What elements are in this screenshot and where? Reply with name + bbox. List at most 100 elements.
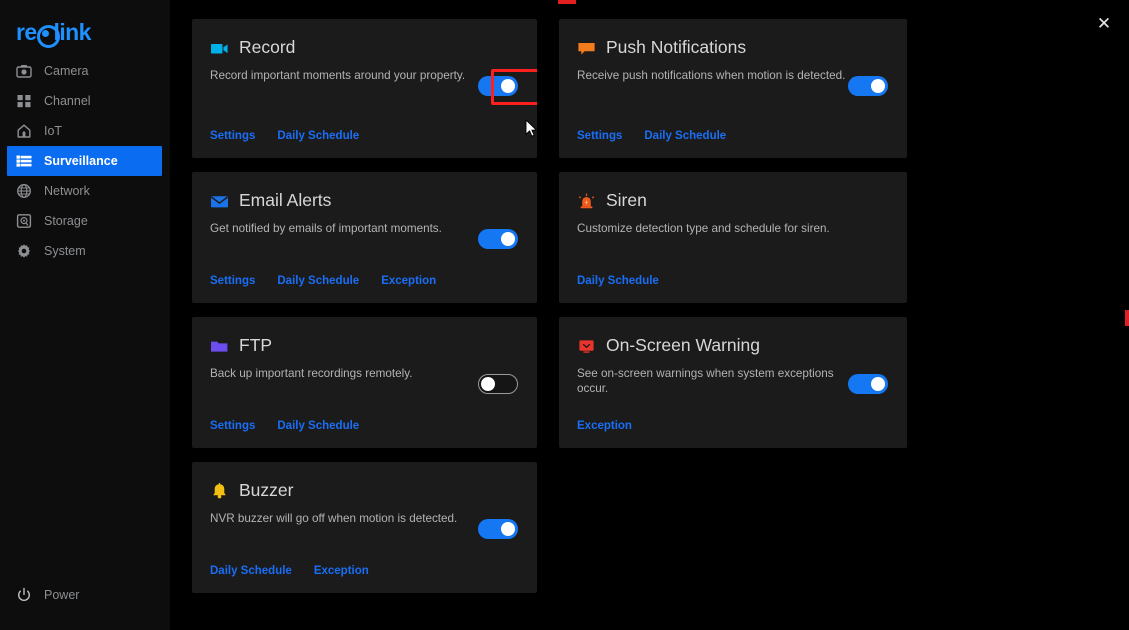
- card-siren[interactable]: Siren Customize detection type and sched…: [559, 172, 907, 303]
- camera-icon: [16, 63, 32, 79]
- card-links: Settings Daily Schedule: [210, 420, 359, 432]
- card-email-alerts[interactable]: Email Alerts Get notified by emails of i…: [192, 172, 537, 303]
- toggle-knob: [871, 79, 885, 93]
- speech-bubble-icon: [577, 39, 596, 58]
- ftp-toggle[interactable]: [478, 374, 518, 394]
- close-icon[interactable]: ✕: [1093, 12, 1115, 34]
- right-scroll-marker: [1125, 310, 1129, 326]
- cards-column-right: Push Notifications Receive push notifica…: [559, 19, 907, 593]
- list-icon: [16, 153, 32, 169]
- card-links: Daily Schedule: [577, 275, 659, 287]
- card-description: Record important moments around your pro…: [210, 69, 466, 82]
- link-exception[interactable]: Exception: [314, 565, 369, 577]
- sidebar-item-label: Surveillance: [44, 154, 118, 168]
- brand-name-before: re: [16, 18, 37, 45]
- card-description: See on-screen warnings when system excep…: [577, 367, 834, 396]
- card-links: Settings Daily Schedule: [577, 130, 726, 142]
- link-exception[interactable]: Exception: [577, 420, 632, 432]
- link-settings[interactable]: Settings: [210, 130, 255, 142]
- sidebar-nav: Camera Channel IoT Surveillance Network …: [0, 56, 170, 266]
- power-label: Power: [44, 588, 80, 602]
- card-links: Settings Daily Schedule: [210, 130, 359, 142]
- link-daily-schedule[interactable]: Daily Schedule: [577, 275, 659, 287]
- sidebar-item-surveillance[interactable]: Surveillance: [7, 146, 162, 176]
- sidebar: re link Camera Channel IoT Surveillance …: [0, 0, 170, 630]
- card-description: NVR buzzer will go off when motion is de…: [210, 512, 458, 525]
- push-notifications-toggle[interactable]: [848, 76, 888, 96]
- card-push-notifications[interactable]: Push Notifications Receive push notifica…: [559, 19, 907, 158]
- link-settings[interactable]: Settings: [210, 275, 255, 287]
- link-daily-schedule[interactable]: Daily Schedule: [210, 565, 292, 577]
- link-daily-schedule[interactable]: Daily Schedule: [277, 130, 359, 142]
- iot-home-icon: [16, 123, 32, 139]
- card-record[interactable]: Record Record important moments around y…: [192, 19, 537, 158]
- toggle-knob: [501, 79, 515, 93]
- sidebar-item-label: IoT: [44, 124, 63, 138]
- link-daily-schedule[interactable]: Daily Schedule: [277, 275, 359, 287]
- storage-disk-icon: [16, 213, 32, 229]
- settings-cards-grid: Record Record important moments around y…: [192, 19, 929, 593]
- sidebar-item-system[interactable]: System: [7, 236, 162, 266]
- record-toggle[interactable]: [478, 76, 518, 96]
- card-header: Record: [210, 36, 519, 60]
- card-title: On-Screen Warning: [606, 335, 760, 356]
- toggle-knob: [871, 377, 885, 391]
- card-on-screen-warning[interactable]: On-Screen Warning See on-screen warnings…: [559, 317, 907, 448]
- card-links: Exception: [577, 420, 632, 432]
- card-header: FTP: [210, 334, 519, 358]
- brand-wordmark: re link: [16, 18, 91, 48]
- card-title: Buzzer: [239, 480, 294, 501]
- buzzer-toggle[interactable]: [478, 519, 518, 539]
- link-daily-schedule[interactable]: Daily Schedule: [277, 420, 359, 432]
- envelope-icon: [210, 192, 229, 211]
- globe-icon: [16, 183, 32, 199]
- reolink-logo: re link: [16, 16, 91, 48]
- sidebar-item-storage[interactable]: Storage: [7, 206, 162, 236]
- siren-icon: [577, 192, 596, 211]
- card-description: Get notified by emails of important mome…: [210, 222, 442, 235]
- surveillance-settings-screen: re link Camera Channel IoT Surveillance …: [0, 0, 1129, 630]
- card-title: Push Notifications: [606, 37, 747, 58]
- link-settings[interactable]: Settings: [210, 420, 255, 432]
- monitor-warning-icon: [577, 337, 596, 356]
- sidebar-item-label: Camera: [44, 64, 89, 78]
- card-description: Back up important recordings remotely.: [210, 367, 413, 380]
- card-header: Push Notifications: [577, 36, 889, 60]
- card-header: On-Screen Warning: [577, 334, 889, 358]
- card-description: Customize detection type and schedule fo…: [577, 222, 830, 235]
- link-settings[interactable]: Settings: [577, 130, 622, 142]
- card-description: Receive push notifications when motion i…: [577, 69, 846, 82]
- power-section: Power: [0, 580, 170, 610]
- card-title: Record: [239, 37, 296, 58]
- video-camera-icon: [210, 39, 229, 58]
- content-area: ✕ Record Record important moments around…: [170, 0, 1129, 630]
- card-header: Siren: [577, 189, 889, 213]
- sidebar-item-network[interactable]: Network: [7, 176, 162, 206]
- channel-grid-icon: [16, 93, 32, 109]
- gear-icon: [16, 243, 32, 259]
- card-header: Buzzer: [210, 479, 519, 503]
- sidebar-item-iot[interactable]: IoT: [7, 116, 162, 146]
- on-screen-warning-toggle[interactable]: [848, 374, 888, 394]
- brand-ring-glyph: [36, 24, 60, 48]
- card-title: Siren: [606, 190, 647, 211]
- sidebar-item-label: System: [44, 244, 86, 258]
- toggle-knob: [481, 377, 495, 391]
- card-ftp[interactable]: FTP Back up important recordings remotel…: [192, 317, 537, 448]
- email-alerts-toggle[interactable]: [478, 229, 518, 249]
- toggle-knob: [501, 522, 515, 536]
- cards-column-left: Record Record important moments around y…: [192, 19, 537, 593]
- card-buzzer[interactable]: Buzzer NVR buzzer will go off when motio…: [192, 462, 537, 593]
- mouse-cursor: [525, 118, 537, 139]
- sidebar-item-power[interactable]: Power: [7, 580, 162, 610]
- card-title: Email Alerts: [239, 190, 332, 211]
- link-daily-schedule[interactable]: Daily Schedule: [644, 130, 726, 142]
- sidebar-item-channel[interactable]: Channel: [7, 86, 162, 116]
- sidebar-item-camera[interactable]: Camera: [7, 56, 162, 86]
- card-title: FTP: [239, 335, 273, 356]
- power-icon: [16, 587, 32, 603]
- top-progress-marker: [558, 0, 576, 4]
- bell-icon: [210, 482, 229, 501]
- link-exception[interactable]: Exception: [381, 275, 436, 287]
- sidebar-item-label: Channel: [44, 94, 91, 108]
